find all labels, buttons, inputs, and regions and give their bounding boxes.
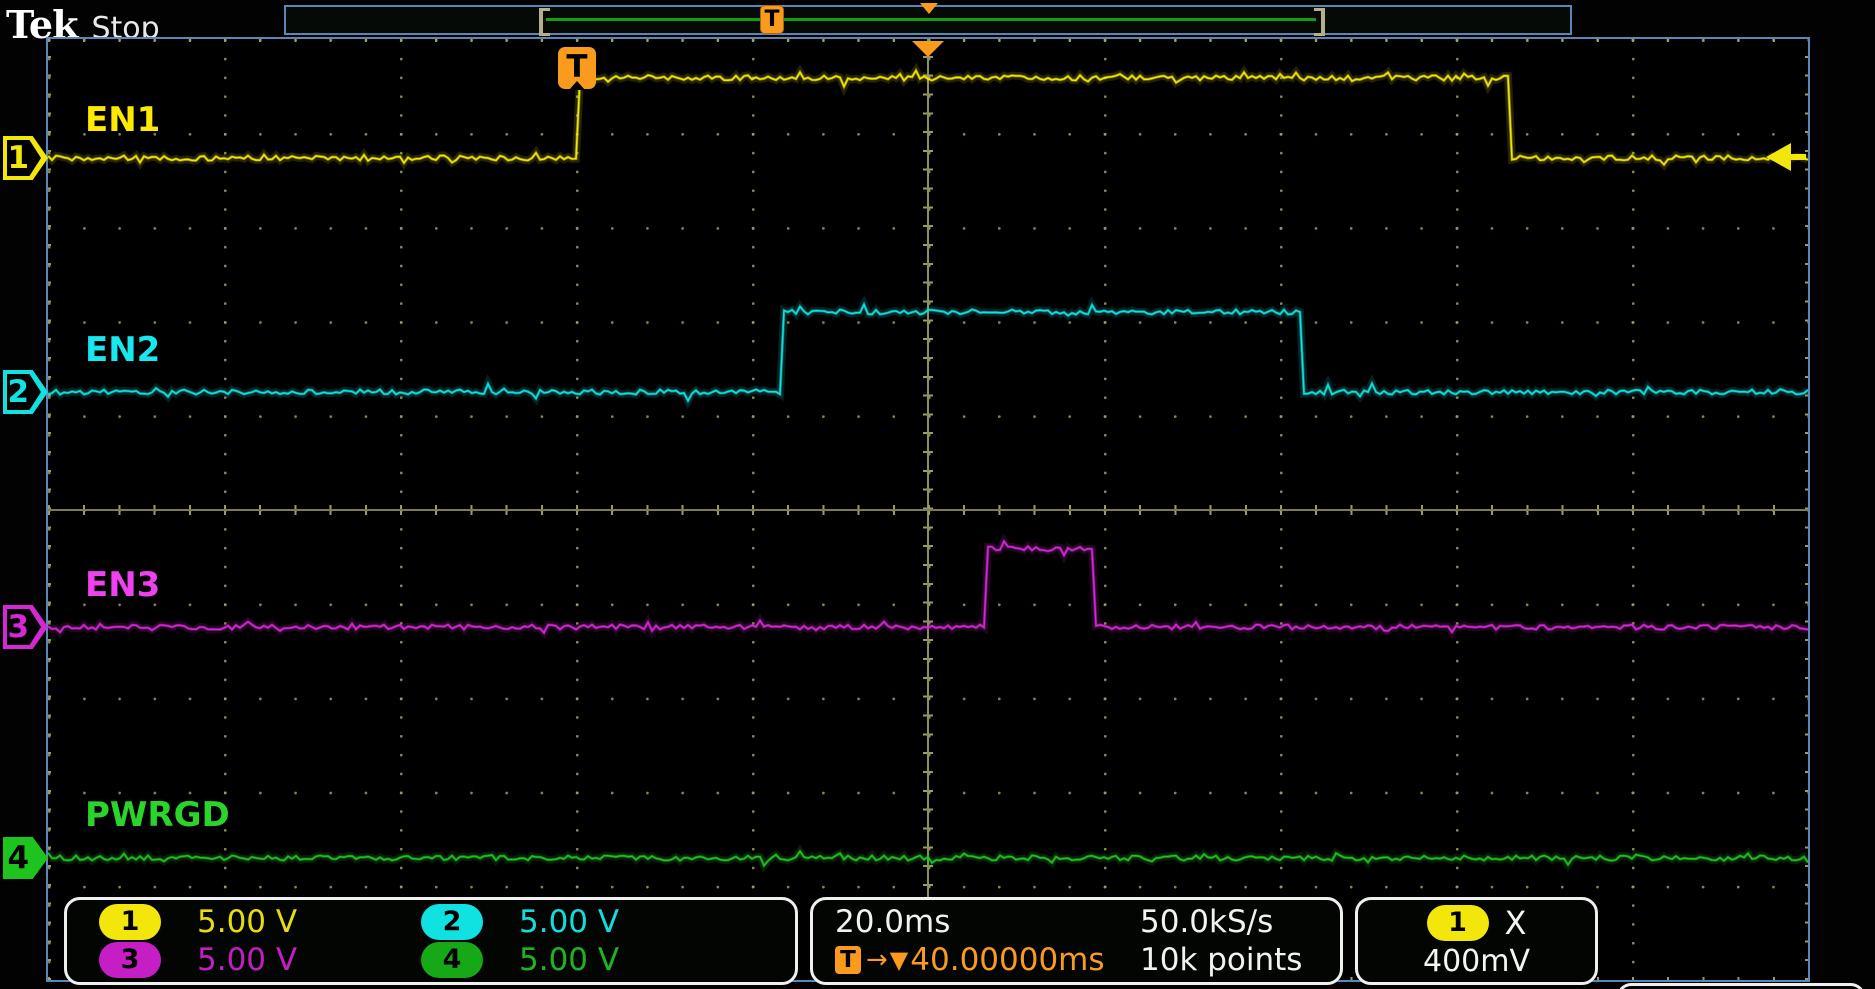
channel2-marker-number: 2 <box>3 370 34 414</box>
arrow-right-icon: → <box>866 945 888 975</box>
channel4-label: PWRGD <box>85 795 230 835</box>
trigger-position-triangle-icon[interactable] <box>912 41 944 57</box>
partial-readout-box <box>1617 983 1865 989</box>
channel3-marker-number: 3 <box>3 605 34 649</box>
channel2-position-marker[interactable]: 2 <box>3 370 48 414</box>
trigger-slope-icon: X <box>1505 904 1527 942</box>
channel2-scale: 5.00 V <box>493 904 795 940</box>
channel1-position-marker[interactable]: 1 <box>3 136 48 180</box>
channel4-badge[interactable]: 4 <box>421 942 483 978</box>
reference-triangle-icon: ▼ <box>890 946 908 974</box>
channel1-marker-number: 1 <box>3 136 34 180</box>
trigger-level-arrow-icon[interactable] <box>1766 143 1806 171</box>
record-window-right-bracket[interactable] <box>1314 8 1325 36</box>
waveform-traces <box>48 39 1808 980</box>
record-window-line <box>546 18 1316 21</box>
channel1-badge[interactable]: 1 <box>99 904 161 940</box>
channel3-position-marker[interactable]: 3 <box>3 605 48 649</box>
horizontal-readout-box: 20.0ms 50.0kS/s T → ▼ 40.00000ms 10k poi… <box>810 897 1343 985</box>
trigger-level-row: 400mV <box>1423 944 1530 979</box>
trigger-position-readout: T → ▼ 40.00000ms <box>835 942 1140 978</box>
channel3-badge[interactable]: 3 <box>99 942 161 978</box>
channel2-label: EN2 <box>85 330 160 370</box>
arrow-tail <box>1790 154 1806 160</box>
channel1-scale: 5.00 V <box>171 904 421 940</box>
trigger-point-flag-icon[interactable]: T <box>558 47 596 89</box>
trigger-position-value: 40.00000ms <box>910 942 1104 978</box>
trigger-t-icon: T <box>835 946 861 974</box>
sample-rate-readout: 50.0kS/s <box>1140 904 1340 940</box>
acquisition-record-bar: T <box>284 5 1572 35</box>
trigger-level-readout: 400mV <box>1423 944 1530 979</box>
record-window-left-bracket[interactable] <box>539 8 550 36</box>
trigger-readout-box: 1 X 400mV <box>1355 897 1598 985</box>
oscilloscope-screen: Tek Stop T EN1 EN2 EN3 PWRGD T 1 2 <box>0 0 1875 989</box>
channel4-marker-number: 4 <box>3 837 34 879</box>
record-length-readout: 10k points <box>1140 942 1340 978</box>
channel3-scale: 5.00 V <box>171 942 421 978</box>
channel4-position-marker[interactable]: 4 <box>3 837 48 879</box>
channel1-label: EN1 <box>85 100 160 140</box>
vertical-scales-box: 1 5.00 V 2 5.00 V 3 5.00 V 4 5.00 V <box>64 897 798 985</box>
arrow-head <box>1766 143 1791 171</box>
record-trigger-marker-icon[interactable]: T <box>760 5 784 34</box>
graticule: EN1 EN2 EN3 PWRGD T <box>46 37 1810 982</box>
channel4-scale: 5.00 V <box>493 942 795 978</box>
record-reference-triangle-icon[interactable] <box>920 3 938 14</box>
trigger-source-row: 1 X <box>1427 904 1527 942</box>
channel2-badge[interactable]: 2 <box>421 904 483 940</box>
channel3-label: EN3 <box>85 565 160 605</box>
trigger-source-badge[interactable]: 1 <box>1427 905 1489 941</box>
timebase-readout: 20.0ms <box>835 904 1140 940</box>
